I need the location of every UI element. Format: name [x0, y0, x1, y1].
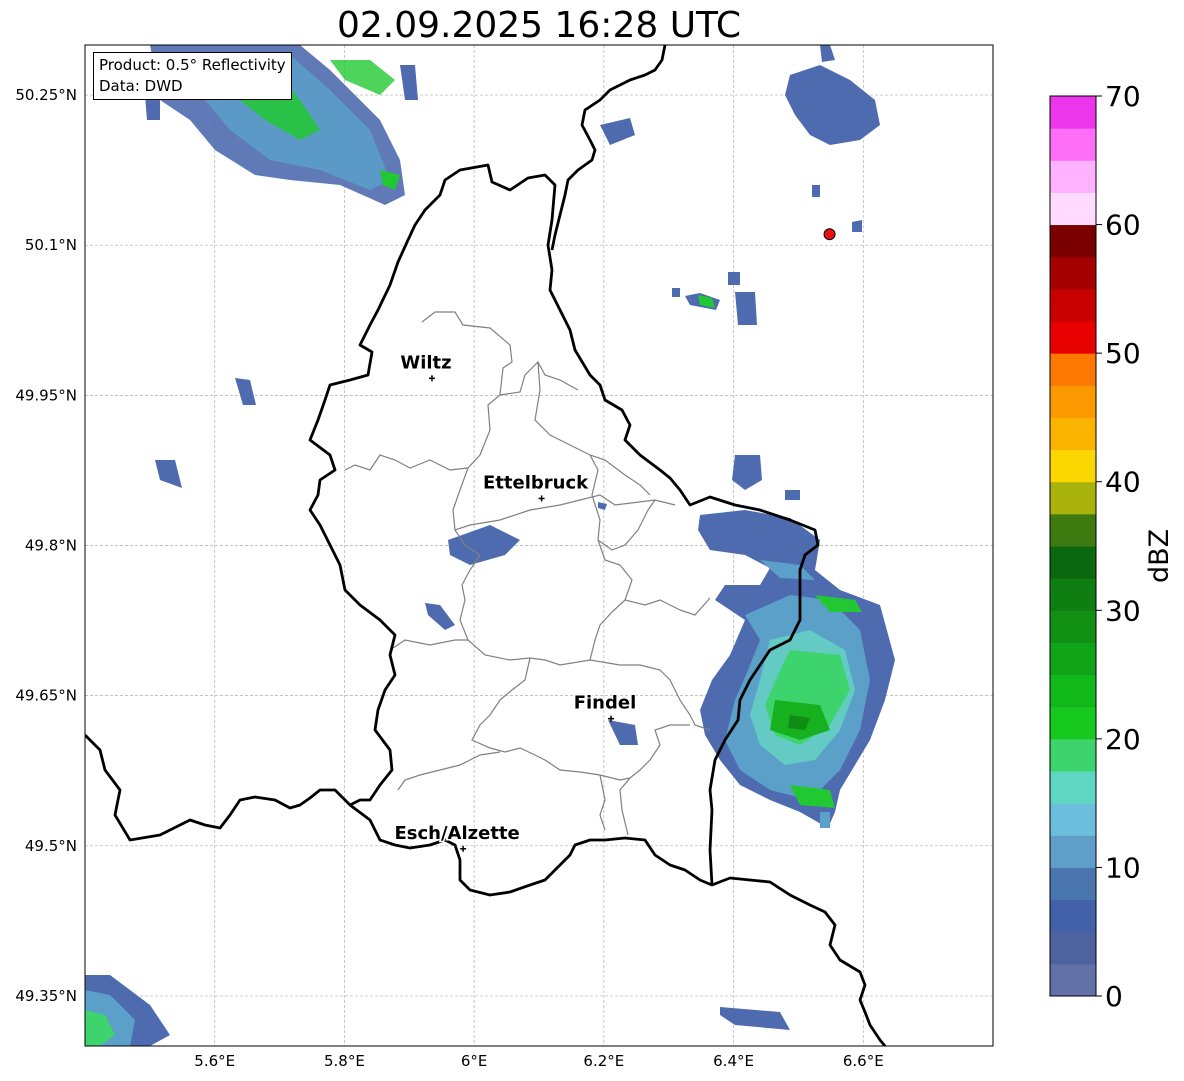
- lat-tick-label: 50.25°N: [15, 86, 77, 104]
- latitude-ticks: 50.25°N 50.1°N 49.95°N 49.8°N 49.65°N 49.5°N 4…: [15, 86, 77, 1005]
- colorbar-tick-label: 40: [1105, 466, 1141, 499]
- colorbar-segment: [1050, 738, 1096, 772]
- radar-map: 5.6°E 5.8°E 6°E 6.2°E 6.4°E 6.6°E 50.25°N 50.1…: [15, 44, 1141, 1070]
- colorbar-segment: [1050, 674, 1096, 708]
- colorbar-tick-label: 30: [1105, 594, 1141, 627]
- lat-tick-label: 49.65°N: [15, 687, 77, 705]
- lon-tick-label: 6.6°E: [843, 1052, 884, 1070]
- colorbar-segment: [1050, 256, 1096, 290]
- data-source-label: Data: DWD: [99, 77, 183, 95]
- colorbar-segment: [1050, 385, 1096, 418]
- city-marker: Wiltz: [399, 351, 453, 382]
- colorbar-segment: [1050, 578, 1096, 611]
- lon-tick-label: 6°E: [461, 1052, 488, 1070]
- colorbar-segment: [1050, 642, 1096, 676]
- colorbar: 0 10 20 30 40 50 60 70: [1049, 80, 1141, 1013]
- colorbar-label: dBZ: [1144, 528, 1175, 583]
- colorbar-segment: [1050, 803, 1096, 836]
- city-marker: Ettelbruck: [482, 471, 591, 502]
- lon-tick-label: 5.6°E: [194, 1052, 235, 1070]
- colorbar-tick-label: 0: [1105, 980, 1123, 1013]
- radar-site-marker: [823, 228, 836, 241]
- colorbar-segment: [1050, 899, 1096, 933]
- colorbar-segment: [1050, 321, 1096, 354]
- city-label: Ettelbruck: [483, 472, 589, 493]
- gridlines: [85, 45, 993, 1046]
- lat-tick-label: 49.35°N: [15, 987, 77, 1005]
- colorbar-segment: [1050, 931, 1096, 965]
- colorbar-segment: [1050, 449, 1096, 483]
- colorbar-segment: [1050, 96, 1096, 129]
- colorbar-segment: [1050, 192, 1096, 226]
- canton-boundaries: [344, 311, 711, 836]
- lon-tick-label: 6.4°E: [713, 1052, 754, 1070]
- colorbar-segment: [1050, 706, 1096, 740]
- lat-tick-label: 49.5°N: [25, 837, 77, 855]
- colorbar-segment: [1050, 128, 1096, 161]
- lon-tick-label: 6.2°E: [583, 1052, 624, 1070]
- colorbar-segment: [1050, 481, 1096, 515]
- colorbar-segment: [1050, 610, 1096, 643]
- colorbar-tick-label: 10: [1105, 851, 1141, 884]
- longitude-ticks: 5.6°E 5.8°E 6°E 6.2°E 6.4°E 6.6°E: [194, 1052, 883, 1070]
- info-box: Product: 0.5° Reflectivity Data: DWD: [93, 52, 292, 100]
- lat-tick-label: 50.1°N: [25, 236, 77, 254]
- colorbar-tick-label: 20: [1105, 723, 1141, 756]
- colorbar-segment: [1050, 160, 1096, 193]
- colorbar-segment: [1050, 867, 1096, 901]
- lon-tick-label: 5.8°E: [324, 1052, 365, 1070]
- city-label: Findel: [574, 693, 637, 714]
- lat-tick-label: 49.95°N: [15, 386, 77, 404]
- city-label: Wiltz: [400, 352, 451, 373]
- colorbar-segment: [1050, 288, 1096, 322]
- lat-tick-label: 49.8°N: [25, 537, 77, 555]
- colorbar-tick-label: 50: [1105, 337, 1141, 370]
- product-label: Product: 0.5° Reflectivity: [99, 56, 286, 74]
- colorbar-tick-label: 60: [1105, 209, 1141, 242]
- colorbar-segment: [1050, 546, 1096, 579]
- colorbar-segment: [1050, 417, 1096, 451]
- colorbar-segment: [1050, 835, 1096, 868]
- colorbar-segment: [1050, 771, 1096, 804]
- colorbar-segment: [1050, 224, 1096, 258]
- city-marker: Findel: [572, 691, 638, 722]
- colorbar-segment: [1050, 513, 1096, 547]
- city-label: Esch/Alzette: [394, 823, 519, 844]
- colorbar-segment: [1050, 353, 1096, 386]
- colorbar-tick-label: 70: [1105, 80, 1141, 113]
- colorbar-segment: [1050, 963, 1096, 997]
